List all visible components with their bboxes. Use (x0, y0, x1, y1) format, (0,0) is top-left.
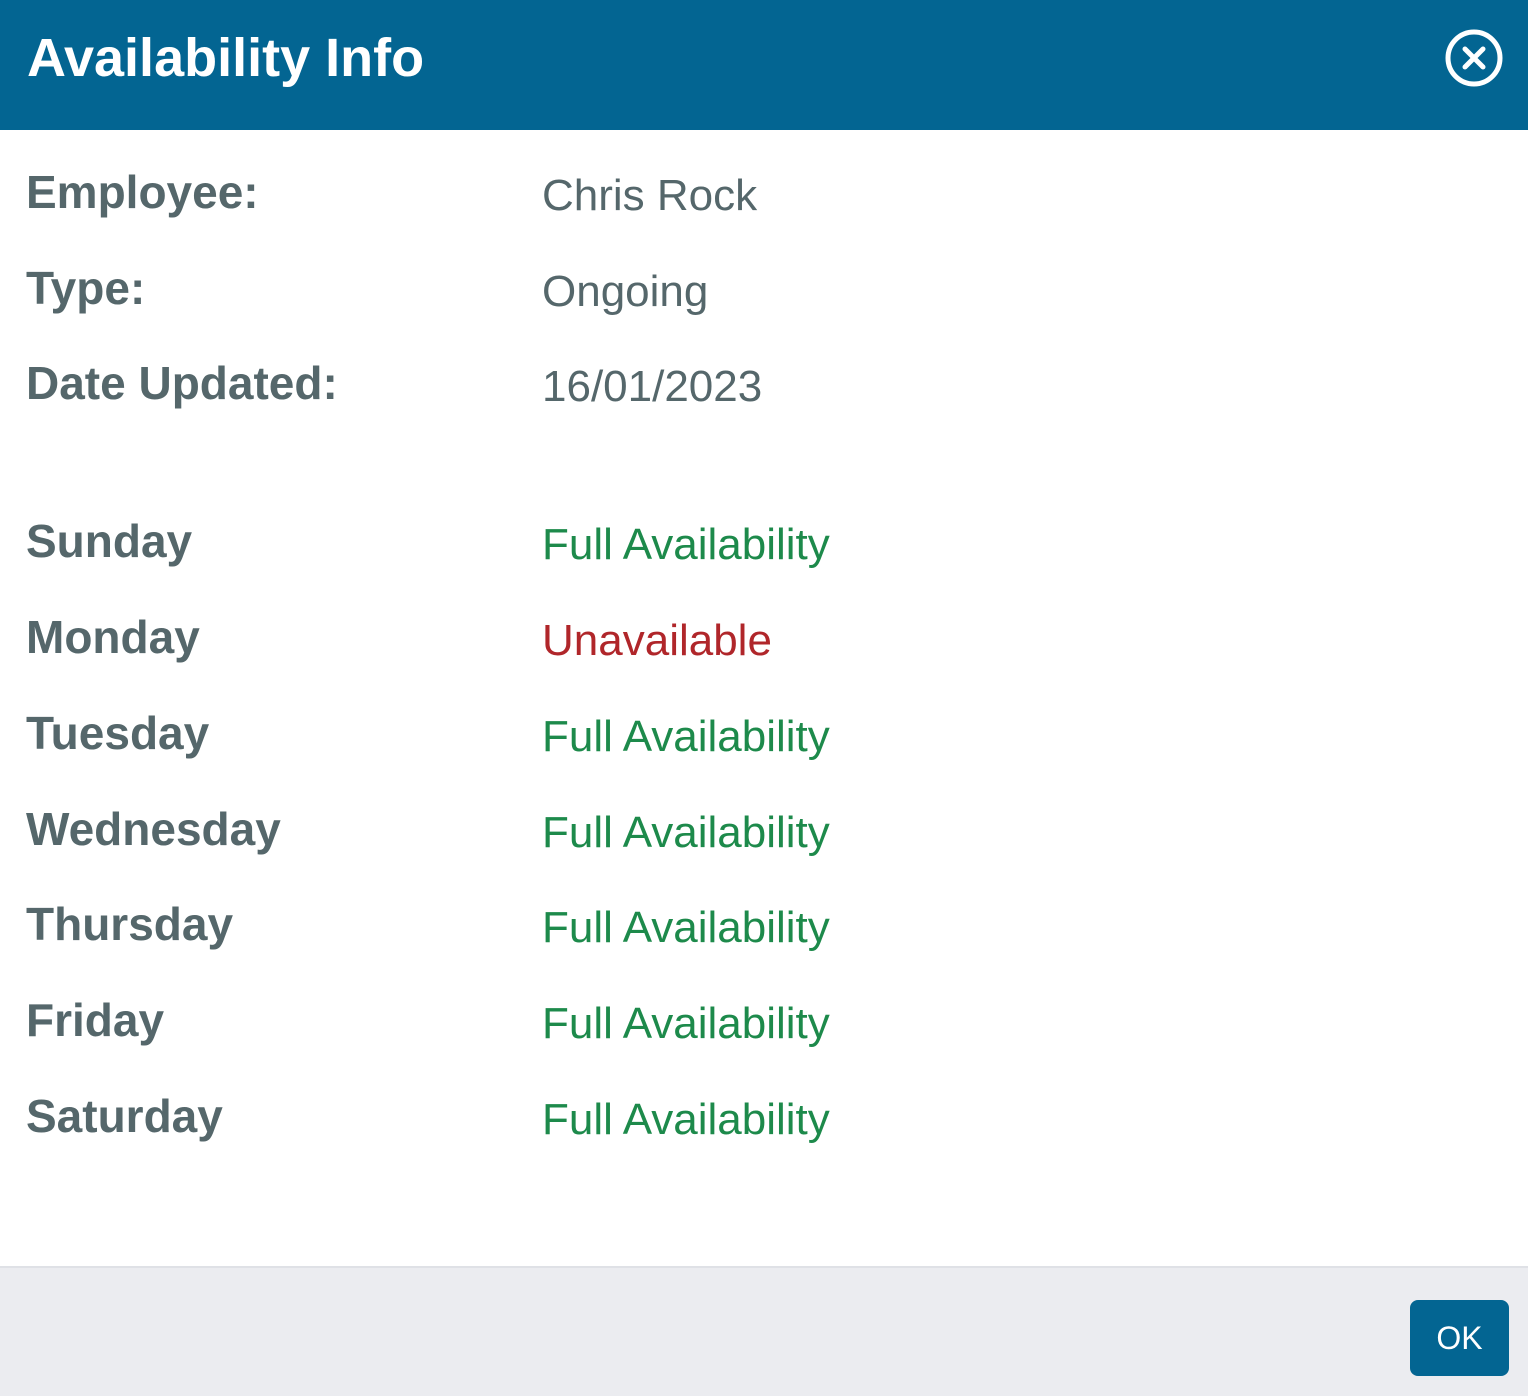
date-updated-label: Date Updated: (26, 357, 338, 409)
employee-row: Employee: Chris Rock (0, 164, 1528, 224)
employee-label: Employee: (26, 166, 259, 218)
day-label: Monday (26, 611, 200, 663)
day-status: Full Availability (542, 999, 830, 1048)
day-status: Full Availability (542, 520, 830, 569)
ok-button[interactable]: OK (1410, 1300, 1509, 1376)
day-status: Unavailable (542, 616, 772, 665)
day-row-wednesday: Wednesday Full Availability (0, 801, 1528, 861)
day-row-friday: Friday Full Availability (0, 992, 1528, 1052)
day-label: Tuesday (26, 707, 210, 759)
dialog-title: Availability Info (27, 28, 425, 88)
day-row-sunday: Sunday Full Availability (0, 513, 1528, 573)
day-status: Full Availability (542, 1095, 830, 1144)
type-label: Type: (26, 262, 146, 314)
day-status: Full Availability (542, 712, 830, 761)
day-row-tuesday: Tuesday Full Availability (0, 705, 1528, 765)
date-updated-value: 16/01/2023 (542, 362, 763, 411)
employee-value: Chris Rock (542, 171, 758, 220)
close-circle-icon (1445, 29, 1503, 87)
date-updated-row: Date Updated: 16/01/2023 (0, 355, 1528, 415)
day-label: Friday (26, 994, 165, 1046)
day-row-thursday: Thursday Full Availability (0, 896, 1528, 956)
day-label: Saturday (26, 1090, 223, 1142)
type-row: Type: Ongoing (0, 260, 1528, 320)
day-status: Full Availability (542, 903, 830, 952)
day-label: Thursday (26, 898, 234, 950)
day-row-saturday: Saturday Full Availability (0, 1088, 1528, 1148)
day-row-monday: Monday Unavailable (0, 609, 1528, 669)
availability-info-dialog: Availability Info Employee: Chris Rock T… (0, 0, 1528, 1396)
close-button[interactable] (1444, 28, 1504, 88)
day-status: Full Availability (542, 808, 830, 857)
day-label: Sunday (26, 515, 193, 567)
dialog-header: Availability Info (0, 0, 1528, 130)
type-value: Ongoing (542, 267, 709, 316)
dialog-footer (0, 1266, 1528, 1396)
day-label: Wednesday (26, 803, 281, 855)
